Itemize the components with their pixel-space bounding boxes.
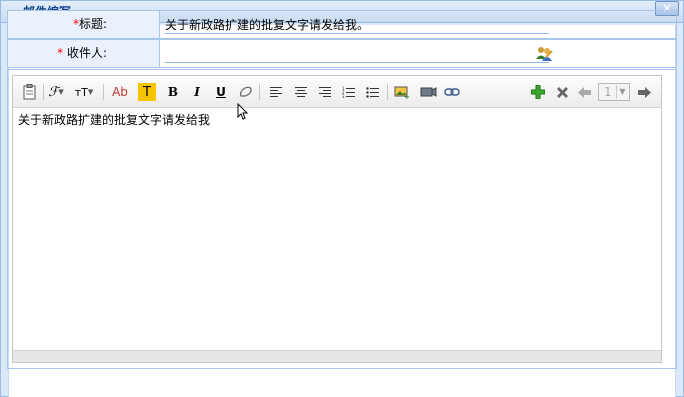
mail-compose-window: 邮件编写 × *标题: * 收件人: xyxy=(0,0,684,397)
ordered-list-icon: 1 2 3 xyxy=(342,86,355,99)
ordered-list-button[interactable]: 1 2 3 xyxy=(340,83,358,101)
align-center-icon xyxy=(295,87,307,97)
next-page-button[interactable] xyxy=(636,83,652,101)
editor-content-area[interactable]: 关于新政路扩建的批复文字请发给我 xyxy=(13,108,661,348)
align-right-button[interactable] xyxy=(316,83,334,101)
font-family-button[interactable]: ℱ ▼ xyxy=(46,83,66,101)
bold-icon: B xyxy=(167,85,179,99)
highlight-button[interactable]: T xyxy=(138,83,156,101)
arrow-right-icon xyxy=(637,86,651,98)
editor-container: ℱ ▼ ᴛT ▼ Ab T B I U 1 2 3 + 1 ▼ 关于新政路扩建的… xyxy=(7,69,677,369)
align-center-button[interactable] xyxy=(292,83,310,101)
unordered-list-button[interactable] xyxy=(364,83,382,101)
italic-button[interactable]: I xyxy=(189,83,205,101)
editor-body-text: 关于新政路扩建的批复文字请发给我 xyxy=(18,113,211,127)
page-select-value: 1 xyxy=(604,85,612,99)
chevron-down-icon: ▼ xyxy=(87,88,94,96)
unordered-list-icon xyxy=(366,86,379,98)
delete-page-button[interactable] xyxy=(553,83,571,101)
subject-input-wrap xyxy=(165,15,549,34)
close-icon xyxy=(556,86,568,98)
recipient-input-wrap xyxy=(165,44,549,63)
toolbar-separator xyxy=(259,84,260,100)
italic-icon: I xyxy=(194,85,200,99)
svg-text:+: + xyxy=(404,93,410,99)
font-color-icon: Ab xyxy=(112,85,128,99)
paste-button[interactable] xyxy=(21,83,39,101)
subject-input[interactable] xyxy=(165,15,549,33)
add-page-button[interactable] xyxy=(529,83,547,101)
recipient-input[interactable] xyxy=(165,44,549,62)
editor-status-bar xyxy=(13,350,661,362)
font-size-button[interactable]: ᴛT ▼ xyxy=(72,83,96,101)
underline-icon: U xyxy=(216,85,226,99)
eraser-button[interactable] xyxy=(237,83,255,101)
subject-label: *标题: xyxy=(8,11,160,38)
bold-button[interactable]: B xyxy=(165,83,181,101)
font-color-button[interactable]: Ab xyxy=(109,83,131,101)
font-size-icon: ᴛT xyxy=(74,85,88,99)
highlight-icon: T xyxy=(143,84,151,100)
chevron-down-icon: ▼ xyxy=(58,88,64,96)
prev-page-button[interactable] xyxy=(576,83,592,101)
toolbar-separator xyxy=(387,84,388,100)
subject-row: *标题: xyxy=(7,10,677,39)
image-icon: + xyxy=(394,86,410,99)
media-icon xyxy=(420,87,437,97)
arrow-left-icon xyxy=(577,86,591,98)
insert-media-button[interactable] xyxy=(418,83,438,101)
toolbar-separator xyxy=(103,84,104,100)
insert-link-button[interactable] xyxy=(443,83,461,101)
address-book-icon[interactable] xyxy=(535,45,553,62)
subject-label-text: 标题: xyxy=(78,17,107,31)
align-left-icon xyxy=(270,87,282,97)
svg-text:3: 3 xyxy=(342,94,345,99)
page-select[interactable]: 1 ▼ xyxy=(598,83,630,101)
link-icon xyxy=(444,88,460,96)
chevron-down-icon: ▼ xyxy=(616,85,628,99)
toolbar-separator xyxy=(43,84,44,100)
align-left-button[interactable] xyxy=(267,83,285,101)
underline-button[interactable]: U xyxy=(213,83,229,101)
clipboard-icon xyxy=(23,84,36,100)
mouse-cursor-icon xyxy=(237,103,249,120)
plus-icon xyxy=(531,85,545,99)
recipient-row: * 收件人: xyxy=(7,39,677,68)
insert-image-button[interactable]: + xyxy=(393,83,411,101)
rich-text-editor: ℱ ▼ ᴛT ▼ Ab T B I U 1 2 3 + 1 ▼ 关于新政路扩建的… xyxy=(12,75,662,363)
recipient-label-text: 收件人: xyxy=(63,46,107,60)
editor-toolbar: ℱ ▼ ᴛT ▼ Ab T B I U 1 2 3 + 1 ▼ xyxy=(13,76,661,108)
eraser-icon xyxy=(239,86,252,97)
align-right-icon xyxy=(319,87,331,97)
recipient-label: * 收件人: xyxy=(8,40,160,67)
font-family-icon: ℱ xyxy=(48,84,59,100)
